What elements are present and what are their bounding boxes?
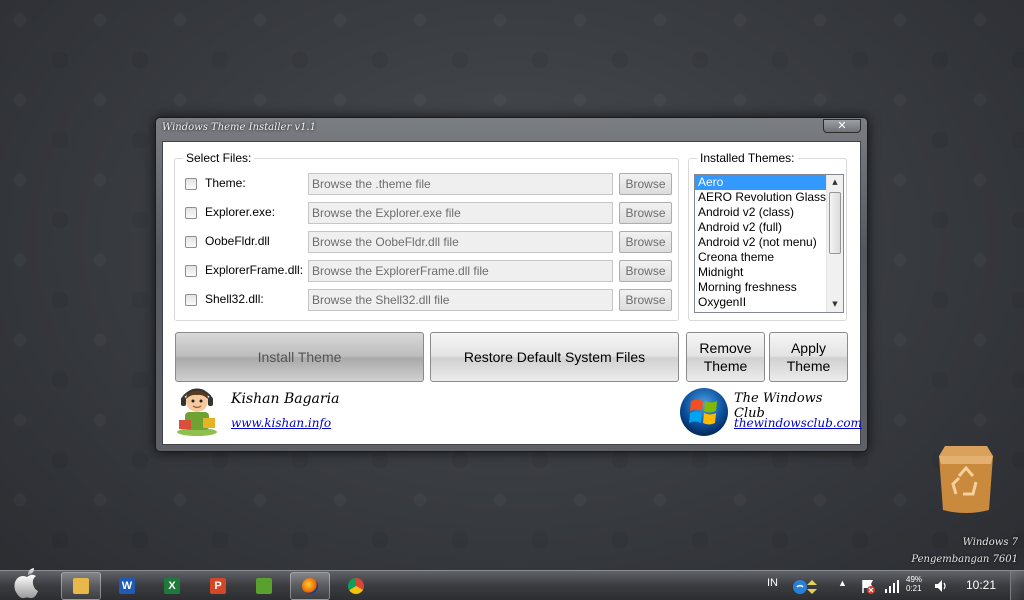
start-apple-icon[interactable] [8, 565, 46, 600]
taskbar-powerpoint-button[interactable]: P [198, 572, 238, 600]
theme-label: Theme: [205, 176, 246, 190]
club-website-link[interactable]: thewindowsclub.com [734, 416, 862, 430]
windows-logo-icon [680, 388, 728, 436]
window-client-area: Select Files: Theme: Browse the .theme f… [162, 141, 862, 445]
remove-theme-button[interactable]: Remove Theme [686, 332, 765, 382]
file-row-shell32: Shell32.dll: Browse the Shell32.dll file… [185, 289, 675, 311]
oobefldr-checkbox[interactable] [185, 236, 197, 248]
theme-installer-window: Windows Theme Installer v1.1 ✕ Select Fi… [155, 117, 868, 452]
author-name: Kishan Bagaria [231, 391, 340, 407]
explorer-browse-button[interactable]: Browse [619, 202, 672, 224]
theme-browse-button[interactable]: Browse [619, 173, 672, 195]
theme-list-item[interactable]: Morning freshness [695, 280, 826, 295]
shell32-path-field[interactable]: Browse the Shell32.dll file [308, 289, 613, 311]
battery-indicator[interactable]: 49% 0:21 [906, 575, 922, 593]
close-icon: ✕ [837, 119, 847, 132]
installed-themes-group: Installed Themes: Aero AERO Revolution G… [688, 151, 847, 321]
battery-percent: 49% [906, 575, 923, 584]
file-row-explorerframe: ExplorerFrame.dll: Browse the ExplorerFr… [185, 260, 675, 282]
taskbar-firefox-button[interactable] [290, 572, 330, 600]
action-center-flag-icon[interactable] [860, 578, 876, 594]
apply-theme-label-line2: Theme [786, 358, 831, 374]
explorerframe-path-field[interactable]: Browse the ExplorerFrame.dll file [308, 260, 613, 282]
theme-list-item[interactable]: Android v2 (full) [695, 220, 826, 235]
credits-area: Kishan Bagaria www.kishan.info The Windo… [175, 386, 862, 440]
powerpoint-icon: P [210, 578, 226, 594]
windows-version-watermark: Windows 7 [962, 537, 1018, 548]
scroll-down-arrow-icon[interactable]: ▼ [827, 297, 843, 312]
apply-theme-label-line1: Apply [790, 340, 826, 356]
recycle-bin-icon[interactable] [931, 438, 1001, 518]
shell32-label: Shell32.dll: [205, 292, 264, 306]
publisher-icon [256, 578, 272, 594]
themes-list-scrollbar[interactable]: ▲ ▼ [826, 175, 843, 312]
explorerframe-label: ExplorerFrame.dll: [205, 263, 304, 277]
theme-path-field[interactable]: Browse the .theme file [308, 173, 613, 195]
theme-list-item[interactable]: Creona theme [695, 250, 826, 265]
taskbar-publisher-button[interactable] [244, 572, 284, 600]
window-title: Windows Theme Installer v1.1 [162, 122, 316, 133]
remove-theme-label-line2: Theme [703, 358, 748, 374]
file-row-explorer: Explorer.exe: Browse the Explorer.exe fi… [185, 202, 675, 224]
taskbar-word-button[interactable]: W [107, 572, 147, 600]
signal-strength-icon[interactable] [884, 579, 900, 593]
language-indicator[interactable]: IN [767, 577, 778, 589]
author-avatar-icon [177, 388, 217, 436]
installed-themes-list[interactable]: Aero AERO Revolution Glass Android v2 (c… [694, 174, 844, 313]
excel-icon: X [164, 578, 180, 594]
theme-list-item[interactable]: OxygenII [695, 295, 826, 310]
taskbar: W X P IN ▲ 49% 0:21 10:21 [0, 568, 1024, 600]
select-files-title: Select Files: [183, 151, 255, 165]
theme-checkbox[interactable] [185, 178, 197, 190]
shell32-browse-button[interactable]: Browse [619, 289, 672, 311]
show-hidden-icons-chevron-icon[interactable]: ▲ [838, 578, 847, 588]
show-desktop-button[interactable] [1010, 571, 1024, 600]
theme-list-item[interactable]: Midnight [695, 265, 826, 280]
word-icon: W [119, 578, 135, 594]
build-watermark: Pengembangan 7601 [911, 554, 1018, 565]
close-button[interactable]: ✕ [823, 119, 861, 133]
file-row-theme: Theme: Browse the .theme file Browse [185, 173, 675, 195]
oobefldr-label: OobeFldr.dll [205, 234, 270, 248]
author-website-link[interactable]: www.kishan.info [231, 416, 331, 430]
scroll-up-arrow-icon[interactable]: ▲ [827, 175, 843, 190]
explorer-icon [73, 578, 89, 594]
remove-theme-label: Remove Theme [699, 339, 751, 375]
taskbar-explorer-button[interactable] [61, 572, 101, 600]
install-theme-button[interactable]: Install Theme [175, 332, 424, 382]
taskbar-chrome-button[interactable] [336, 572, 376, 600]
scroll-thumb[interactable] [829, 192, 841, 254]
explorer-checkbox[interactable] [185, 207, 197, 219]
installed-themes-title: Installed Themes: [697, 151, 798, 165]
install-theme-label: Install Theme [257, 349, 342, 365]
chrome-icon [348, 578, 364, 594]
explorerframe-browse-button[interactable]: Browse [619, 260, 672, 282]
oobefldr-browse-button[interactable]: Browse [619, 231, 672, 253]
explorer-path-field[interactable]: Browse the Explorer.exe file [308, 202, 613, 224]
theme-list-item[interactable]: Aero [695, 175, 826, 190]
volume-icon[interactable] [933, 578, 949, 594]
apply-theme-label: Apply Theme [787, 339, 831, 375]
network-activity-icon[interactable] [791, 577, 821, 597]
explorerframe-checkbox[interactable] [185, 265, 197, 277]
title-bar[interactable]: Windows Theme Installer v1.1 ✕ [156, 118, 867, 140]
restore-default-label: Restore Default System Files [463, 349, 646, 365]
firefox-icon [302, 578, 318, 594]
oobefldr-path-field[interactable]: Browse the OobeFldr.dll file [308, 231, 613, 253]
file-row-oobefldr: OobeFldr.dll Browse the OobeFldr.dll fil… [185, 231, 675, 253]
restore-default-files-button[interactable]: Restore Default System Files [430, 332, 679, 382]
explorer-label: Explorer.exe: [205, 205, 276, 219]
theme-list-item[interactable]: AERO Revolution Glass [695, 190, 826, 205]
battery-time: 0:21 [906, 584, 922, 593]
apply-theme-button[interactable]: Apply Theme [769, 332, 848, 382]
taskbar-excel-button[interactable]: X [152, 572, 192, 600]
shell32-checkbox[interactable] [185, 294, 197, 306]
remove-theme-label-line1: Remove [699, 340, 752, 356]
clock[interactable]: 10:21 [966, 578, 996, 592]
theme-list-item[interactable]: Android v2 (not menu) [695, 235, 826, 250]
select-files-group: Select Files: Theme: Browse the .theme f… [174, 151, 679, 321]
theme-list-item[interactable]: Android v2 (class) [695, 205, 826, 220]
